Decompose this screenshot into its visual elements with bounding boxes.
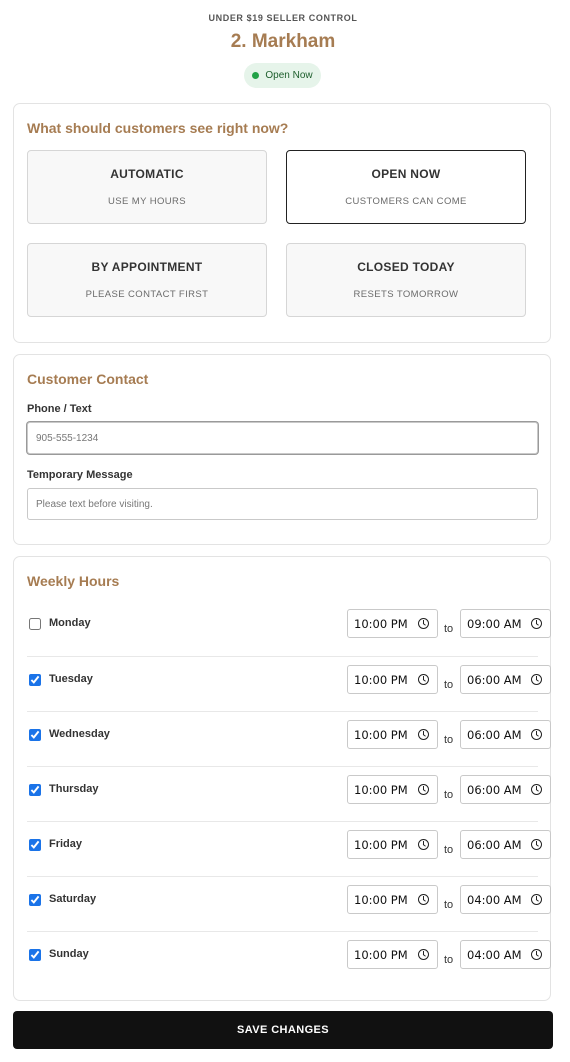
- mode-option-by-appointment[interactable]: BY APPOINTMENT PLEASE CONTACT FIRST: [27, 243, 267, 317]
- day-label: Tuesday: [49, 673, 93, 685]
- day-enabled-checkbox[interactable]: [29, 894, 41, 906]
- visibility-card-title: What should customers see right now?: [27, 120, 289, 136]
- close-time-input[interactable]: 04:00 AM: [460, 940, 551, 969]
- clock-icon[interactable]: [418, 618, 429, 629]
- clock-icon[interactable]: [531, 949, 542, 960]
- close-time-input[interactable]: 04:00 AM: [460, 885, 551, 914]
- day-row-tuesday: Tuesday 10:00 PM to 06:00 AM: [27, 656, 551, 711]
- close-time-value: 06:00 AM: [467, 782, 522, 797]
- to-label: to: [444, 844, 454, 856]
- day-enabled-checkbox[interactable]: [29, 618, 41, 630]
- to-label: to: [444, 954, 454, 966]
- mode-option-title: OPEN NOW: [371, 167, 441, 181]
- mode-option-closed-today[interactable]: CLOSED TODAY RESETS TOMORROW: [286, 243, 526, 317]
- open-time-value: 10:00 PM: [354, 837, 408, 852]
- clock-icon[interactable]: [418, 894, 429, 905]
- day-enabled-checkbox[interactable]: [29, 784, 41, 796]
- day-enabled-checkbox[interactable]: [29, 674, 41, 686]
- clock-icon[interactable]: [531, 839, 542, 850]
- open-time-value: 10:00 PM: [354, 782, 408, 797]
- close-time-input[interactable]: 06:00 AM: [460, 720, 551, 749]
- open-time-value: 10:00 PM: [354, 672, 408, 687]
- mode-option-title: BY APPOINTMENT: [91, 260, 203, 274]
- day-enabled-checkbox[interactable]: [29, 729, 41, 741]
- day-row-friday: Friday 10:00 PM to 06:00 AM: [27, 821, 551, 876]
- mode-option-automatic[interactable]: AUTOMATIC USE MY HOURS: [27, 150, 267, 224]
- day-row-sunday: Sunday 10:00 PM to 04:00 AM: [27, 931, 551, 986]
- clock-icon[interactable]: [418, 839, 429, 850]
- contact-card-title: Customer Contact: [27, 371, 149, 387]
- close-time-input[interactable]: 06:00 AM: [460, 830, 551, 859]
- day-label: Saturday: [49, 893, 97, 905]
- open-time-input[interactable]: 10:00 PM: [347, 720, 438, 749]
- open-time-value: 10:00 PM: [354, 616, 408, 631]
- close-time-value: 04:00 AM: [467, 947, 522, 962]
- to-label: to: [444, 734, 454, 746]
- open-time-input[interactable]: 10:00 PM: [347, 830, 438, 859]
- to-label: to: [444, 899, 454, 911]
- status-dot-icon: [252, 72, 260, 79]
- open-time-input[interactable]: 10:00 PM: [347, 940, 438, 969]
- status-badge-label: Open Now: [265, 70, 313, 81]
- close-time-input[interactable]: 09:00 AM: [460, 609, 551, 638]
- clock-icon[interactable]: [531, 729, 542, 740]
- clock-icon[interactable]: [418, 949, 429, 960]
- open-time-value: 10:00 PM: [354, 727, 408, 742]
- mode-option-subtitle: RESETS TOMORROW: [353, 289, 459, 300]
- close-time-value: 04:00 AM: [467, 892, 522, 907]
- close-time-input[interactable]: 06:00 AM: [460, 775, 551, 804]
- clock-icon[interactable]: [418, 729, 429, 740]
- to-label: to: [444, 679, 454, 691]
- page-eyebrow: UNDER $19 SELLER CONTROL: [208, 13, 358, 23]
- open-time-value: 10:00 PM: [354, 892, 408, 907]
- day-label: Monday: [49, 617, 91, 629]
- open-time-input[interactable]: 10:00 PM: [347, 775, 438, 804]
- day-row-thursday: Thursday 10:00 PM to 06:00 AM: [27, 766, 551, 821]
- day-label: Friday: [49, 838, 83, 850]
- clock-icon[interactable]: [418, 784, 429, 795]
- visibility-card: What should customers see right now? AUT…: [13, 103, 551, 343]
- clock-icon[interactable]: [531, 674, 542, 685]
- mode-option-subtitle: CUSTOMERS CAN COME: [345, 196, 467, 207]
- day-row-monday: Monday 10:00 PM to 09:00 AM: [27, 601, 551, 656]
- day-enabled-checkbox[interactable]: [29, 839, 41, 851]
- close-time-value: 06:00 AM: [467, 837, 522, 852]
- close-time-value: 09:00 AM: [467, 616, 522, 631]
- contact-card: Customer Contact Phone / Text Temporary …: [13, 354, 551, 545]
- weekly-hours-card: Weekly Hours Monday 10:00 PM to 09:00 AM Tue…: [13, 556, 551, 1001]
- mode-option-title: AUTOMATIC: [110, 167, 184, 181]
- day-label: Wednesday: [49, 728, 110, 740]
- open-time-input[interactable]: 10:00 PM: [347, 885, 438, 914]
- status-badge: Open Now: [244, 63, 321, 88]
- day-row-saturday: Saturday 10:00 PM to 04:00 AM: [27, 876, 551, 931]
- phone-input[interactable]: [27, 422, 538, 454]
- clock-icon[interactable]: [531, 618, 542, 629]
- weekly-hours-title: Weekly Hours: [27, 573, 120, 589]
- phone-label: Phone / Text: [27, 403, 92, 415]
- clock-icon[interactable]: [418, 674, 429, 685]
- mode-option-open-now[interactable]: OPEN NOW CUSTOMERS CAN COME: [286, 150, 526, 224]
- to-label: to: [444, 789, 454, 801]
- mode-option-subtitle: PLEASE CONTACT FIRST: [85, 289, 209, 300]
- day-label: Thursday: [49, 783, 99, 795]
- clock-icon[interactable]: [531, 894, 542, 905]
- temporary-message-label: Temporary Message: [27, 469, 133, 481]
- mode-option-title: CLOSED TODAY: [357, 260, 455, 274]
- day-label: Sunday: [49, 948, 89, 960]
- close-time-input[interactable]: 06:00 AM: [460, 665, 551, 694]
- day-enabled-checkbox[interactable]: [29, 949, 41, 961]
- store-title: 2. Markham: [230, 31, 336, 52]
- mode-option-subtitle: USE MY HOURS: [108, 196, 186, 207]
- close-time-value: 06:00 AM: [467, 672, 522, 687]
- save-changes-button[interactable]: SAVE CHANGES: [13, 1011, 553, 1049]
- open-time-input[interactable]: 10:00 PM: [347, 665, 438, 694]
- clock-icon[interactable]: [531, 784, 542, 795]
- open-time-input[interactable]: 10:00 PM: [347, 609, 438, 638]
- temporary-message-input[interactable]: [27, 488, 538, 520]
- to-label: to: [444, 623, 454, 635]
- open-time-value: 10:00 PM: [354, 947, 408, 962]
- day-row-wednesday: Wednesday 10:00 PM to 06:00 AM: [27, 711, 551, 766]
- close-time-value: 06:00 AM: [467, 727, 522, 742]
